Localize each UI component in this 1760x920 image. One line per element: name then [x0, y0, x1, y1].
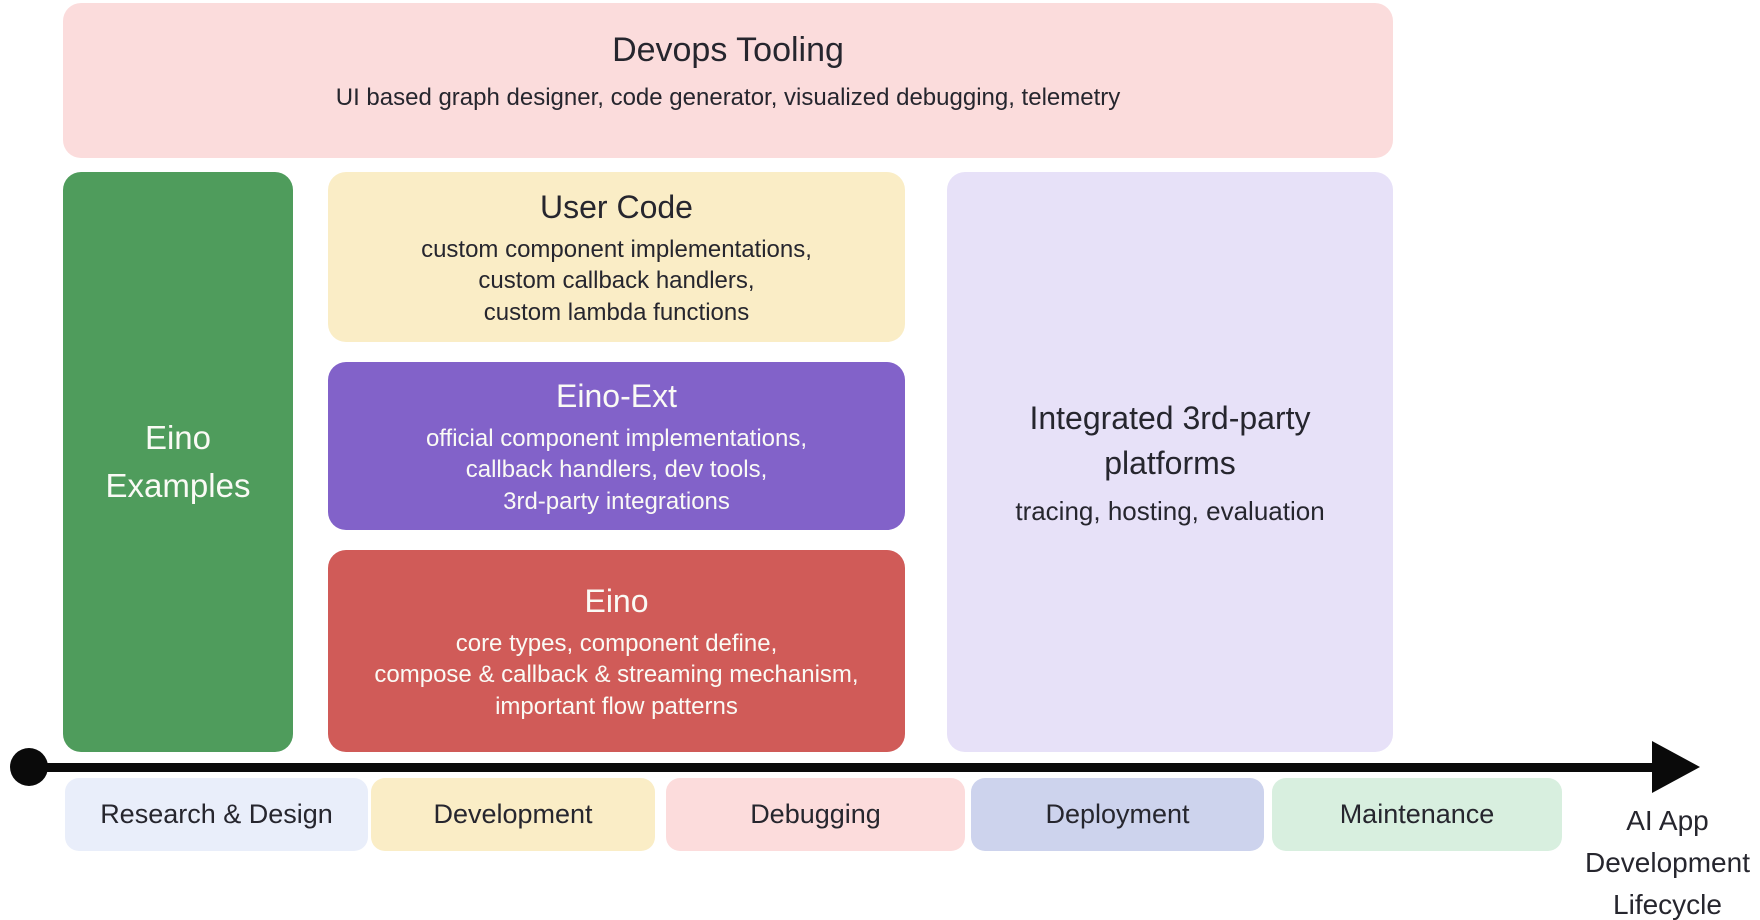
user-code-box: User Code custom component implementatio… — [328, 172, 905, 342]
integrated-platforms-body: tracing, hosting, evaluation — [1015, 494, 1324, 529]
eino-core-body: core types, component define, compose & … — [374, 628, 858, 724]
axis-caption: AI App Development Lifecycle — [1575, 800, 1760, 920]
axis-line — [28, 763, 1658, 772]
phase-debugging-label: Debugging — [750, 799, 881, 830]
phase-research-design: Research & Design — [65, 778, 368, 851]
phase-development: Development — [371, 778, 655, 851]
eino-ext-box: Eino-Ext official component implementati… — [328, 362, 905, 530]
phase-debugging: Debugging — [666, 778, 965, 851]
devops-tooling-title: Devops Tooling — [612, 27, 844, 75]
eino-core-title: Eino — [584, 579, 648, 624]
eino-ext-body: official component implementations, call… — [426, 423, 807, 519]
phase-deployment: Deployment — [971, 778, 1264, 851]
eino-examples-title: Eino Examples — [106, 414, 251, 510]
devops-tooling-subtitle: UI based graph designer, code generator,… — [336, 82, 1121, 114]
user-code-title: User Code — [540, 185, 693, 230]
integrated-platforms-title: Integrated 3rd-party platforms — [1029, 396, 1310, 486]
user-code-body: custom component implementations, custom… — [421, 234, 812, 330]
devops-tooling-box: Devops Tooling UI based graph designer, … — [63, 3, 1393, 158]
eino-examples-box: Eino Examples — [63, 172, 293, 752]
integrated-platforms-box: Integrated 3rd-party platforms tracing, … — [947, 172, 1393, 752]
phase-research-design-label: Research & Design — [100, 799, 333, 830]
eino-architecture-diagram: Devops Tooling UI based graph designer, … — [0, 0, 1760, 920]
phase-maintenance: Maintenance — [1272, 778, 1562, 851]
eino-core-box: Eino core types, component define, compo… — [328, 550, 905, 752]
phase-development-label: Development — [433, 799, 592, 830]
phase-deployment-label: Deployment — [1045, 799, 1189, 830]
eino-ext-title: Eino-Ext — [556, 374, 677, 419]
phase-maintenance-label: Maintenance — [1340, 799, 1495, 830]
axis-arrowhead-icon — [1652, 741, 1700, 793]
